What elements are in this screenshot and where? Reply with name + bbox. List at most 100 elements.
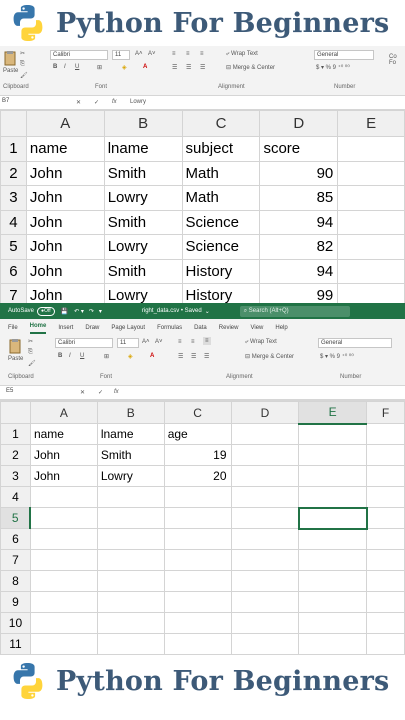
cell[interactable] (29, 591, 98, 613)
cell[interactable]: Math (181, 185, 261, 211)
fill-color-icon[interactable]: ◈ (122, 64, 127, 71)
cell[interactable] (230, 549, 300, 571)
align-left-icon[interactable]: ☰ (172, 64, 177, 71)
tab-data[interactable]: Data (194, 325, 207, 334)
tab-help[interactable]: Help (275, 325, 287, 334)
cell[interactable] (96, 570, 165, 592)
cell[interactable] (337, 283, 405, 303)
cell[interactable] (230, 528, 300, 550)
column-header-e[interactable]: E (337, 110, 405, 137)
accounting-format-icon[interactable]: $ ▾ % 9 ⁺⁰ ⁰⁰ (316, 64, 350, 71)
cell[interactable] (366, 465, 405, 487)
cell[interactable] (337, 136, 405, 162)
cell[interactable] (366, 486, 405, 508)
row-header[interactable]: 2 (0, 444, 31, 466)
save-icon[interactable]: 💾 (61, 308, 68, 315)
column-header-a[interactable]: A (29, 401, 98, 424)
cell[interactable] (366, 591, 405, 613)
copy-icon[interactable]: ⎘ (20, 61, 25, 68)
paste-group[interactable] (8, 338, 22, 356)
align-right-icon[interactable]: ☰ (204, 353, 209, 360)
selected-cell-e5[interactable] (297, 506, 368, 530)
cell[interactable] (230, 591, 300, 613)
font-size-select[interactable]: 11 (112, 50, 130, 60)
cell[interactable] (29, 507, 98, 529)
bold-button[interactable]: B (53, 64, 57, 70)
paste-group[interactable] (3, 50, 17, 68)
cell[interactable]: subject (181, 136, 261, 162)
cell[interactable]: 19 (163, 444, 232, 466)
align-middle-icon[interactable]: ≡ (191, 339, 195, 345)
row-header[interactable]: 3 (0, 185, 27, 211)
cell[interactable] (163, 612, 232, 634)
cell[interactable] (298, 444, 368, 466)
align-center-icon[interactable]: ☰ (191, 353, 196, 360)
autosave-toggle[interactable]: ● Off (37, 306, 55, 316)
cell[interactable] (337, 258, 405, 284)
enter-icon[interactable]: ✓ (98, 389, 103, 396)
italic-button[interactable]: I (64, 64, 66, 70)
italic-button[interactable]: I (69, 353, 71, 359)
cell[interactable]: Lowry (96, 465, 165, 487)
cell[interactable]: name (29, 423, 98, 445)
cell[interactable]: John (29, 465, 98, 487)
cell[interactable]: John (25, 185, 105, 211)
row-header[interactable]: 6 (0, 258, 27, 284)
cell[interactable] (163, 486, 232, 508)
column-header-b[interactable]: B (103, 110, 183, 137)
cell[interactable] (298, 423, 368, 445)
cell[interactable]: John (25, 160, 105, 186)
cell[interactable] (29, 549, 98, 571)
cell[interactable]: 82 (259, 234, 339, 260)
select-all-corner[interactable] (0, 110, 27, 137)
align-bottom-icon[interactable]: ≡ (200, 51, 204, 57)
cell[interactable]: lname (96, 423, 165, 445)
cell[interactable] (337, 185, 405, 211)
number-format-select[interactable]: General (318, 338, 392, 348)
cell[interactable]: score (259, 136, 339, 162)
column-header-f[interactable]: F (366, 401, 405, 424)
cell[interactable] (163, 507, 232, 529)
align-bottom-icon[interactable]: ≡ (203, 337, 211, 345)
fx-icon[interactable]: fx (114, 389, 119, 395)
column-header-c[interactable]: C (163, 401, 232, 424)
cell[interactable] (29, 486, 98, 508)
bottom-name-box[interactable]: E5 (4, 387, 48, 397)
fx-icon[interactable]: fx (112, 99, 117, 105)
cell[interactable] (96, 486, 165, 508)
cell[interactable]: John (29, 444, 98, 466)
decrease-font-icon[interactable]: A˅ (155, 339, 163, 345)
cell[interactable] (230, 465, 300, 487)
cell[interactable]: Lowry (103, 185, 183, 211)
cell[interactable]: name (25, 136, 105, 162)
top-formula-input[interactable]: Lowry (130, 99, 146, 105)
cell[interactable] (230, 486, 300, 508)
cell[interactable]: John (25, 283, 105, 303)
borders-icon[interactable]: ⊞ (104, 353, 109, 360)
cell[interactable] (29, 612, 98, 634)
cell[interactable]: History (181, 283, 261, 303)
cell[interactable]: John (25, 258, 105, 284)
cell[interactable] (96, 528, 165, 550)
select-all-corner[interactable] (0, 401, 31, 424)
enter-icon[interactable]: ✓ (94, 99, 99, 106)
title-chevron-down-icon[interactable]: ⌄ (205, 308, 210, 315)
cell[interactable] (163, 570, 232, 592)
align-top-icon[interactable]: ≡ (172, 51, 176, 57)
cell[interactable] (230, 423, 300, 445)
cell[interactable]: age (163, 423, 232, 445)
cell[interactable] (96, 549, 165, 571)
fill-color-icon[interactable]: ◈ (128, 353, 133, 360)
cell[interactable] (96, 507, 165, 529)
cell[interactable] (230, 633, 300, 655)
row-header[interactable]: 6 (0, 528, 31, 550)
decrease-font-icon[interactable]: A˅ (148, 51, 156, 57)
cell[interactable] (366, 444, 405, 466)
font-color-icon[interactable]: A (143, 64, 147, 70)
underline-button[interactable]: U (80, 353, 84, 359)
cell[interactable] (96, 591, 165, 613)
column-header-e[interactable]: E (298, 401, 368, 425)
wrap-text-button[interactable]: ⤶ Wrap Text (226, 51, 258, 58)
cell[interactable] (298, 633, 368, 655)
font-color-icon[interactable]: A (150, 353, 154, 359)
